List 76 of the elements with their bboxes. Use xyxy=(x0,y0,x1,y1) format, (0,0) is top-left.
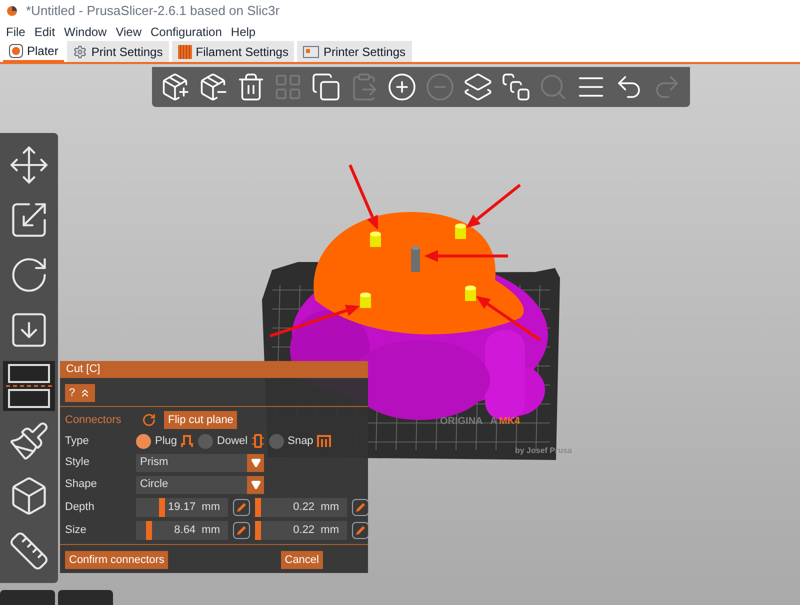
panel-title: Cut [C] xyxy=(60,361,368,378)
radio-button[interactable] xyxy=(136,434,151,448)
printer-icon xyxy=(303,46,320,58)
slider-thumb[interactable] xyxy=(255,520,261,540)
radio-label: Plug xyxy=(155,434,178,449)
slider-thumb[interactable] xyxy=(159,498,166,516)
value-text: 8.64 mm xyxy=(174,522,220,538)
edit-button[interactable] xyxy=(352,498,369,516)
flip-button[interactable]: Flip cut plane xyxy=(164,411,238,429)
move-icon xyxy=(8,144,50,186)
edit-button[interactable] xyxy=(233,522,250,538)
plug-icon xyxy=(181,434,194,448)
help-button[interactable]: ? xyxy=(65,384,96,402)
minus-circle-icon xyxy=(424,72,455,102)
paintbrush-icon xyxy=(8,420,50,462)
field-label: Shape xyxy=(65,477,98,492)
menu-item[interactable]: Edit xyxy=(34,23,56,41)
gizmo-button[interactable] xyxy=(3,360,55,411)
field-label: Depth xyxy=(65,500,96,515)
tab[interactable]: Print Settings xyxy=(67,41,169,62)
field-label: Size xyxy=(65,522,88,538)
value-text: 0.22 mm xyxy=(293,500,339,515)
tab[interactable]: Printer Settings xyxy=(297,41,412,62)
radio-label: Snap xyxy=(288,434,314,449)
annotation-arrow xyxy=(476,296,541,342)
slider-thumb[interactable] xyxy=(255,498,261,516)
bed-label: MK4 xyxy=(499,416,520,427)
ruler-icon xyxy=(8,530,50,572)
cancel-button[interactable]: Cancel xyxy=(280,551,323,569)
value-slider[interactable]: 0.22 mm xyxy=(255,498,347,516)
app-logo-icon xyxy=(6,5,18,17)
value-text: 19.17 mm xyxy=(168,500,220,515)
field-label: Style xyxy=(65,455,90,470)
value-slider[interactable]: 0.22 mm xyxy=(255,520,347,540)
pencil-icon xyxy=(236,502,247,512)
menu-item[interactable]: Configuration xyxy=(150,23,222,41)
annotation-arrow xyxy=(466,184,521,228)
bed-label: ORIGINA xyxy=(440,416,483,427)
menu-item[interactable]: Window xyxy=(64,23,107,41)
pencil-icon xyxy=(355,524,366,536)
dropdown[interactable]: Circle xyxy=(136,476,264,494)
snap-icon xyxy=(317,434,332,448)
value-slider[interactable]: 8.64 mm xyxy=(136,520,228,540)
menu-item[interactable]: Help xyxy=(230,23,256,41)
edit-button[interactable] xyxy=(233,498,250,516)
bed-label: A xyxy=(490,416,498,427)
tab[interactable]: Filament Settings xyxy=(172,41,294,62)
plus-circle-icon xyxy=(386,72,417,102)
radio-label: Dowel xyxy=(217,434,248,449)
dowel-icon xyxy=(252,434,264,448)
reset-icon[interactable] xyxy=(142,413,156,427)
field-label: Type xyxy=(65,434,90,449)
dropdown-arrow-icon xyxy=(250,480,260,490)
plater-icon xyxy=(9,44,23,58)
gear-icon xyxy=(73,44,88,58)
radio-button[interactable] xyxy=(198,434,214,448)
dropdown[interactable]: Prism xyxy=(136,454,264,472)
pencil-icon xyxy=(355,502,366,512)
value-slider[interactable]: 19.17 mm xyxy=(136,498,228,516)
slider-thumb[interactable] xyxy=(146,520,152,540)
dropdown-arrow-icon xyxy=(250,458,260,468)
section-label: Connectors xyxy=(65,412,122,428)
menu-item[interactable]: File xyxy=(6,23,26,41)
filament-icon xyxy=(178,44,192,58)
confirm-button[interactable]: Confirm connectors xyxy=(65,551,168,569)
menu-item[interactable]: View xyxy=(116,23,142,41)
square-stack-icon xyxy=(500,72,531,102)
cut-icon xyxy=(6,362,52,410)
annotation-arrow xyxy=(348,164,378,230)
pencil-icon xyxy=(236,524,247,536)
window-title: *Untitled - PrusaSlicer-2.6.1 based on Slic3r xyxy=(26,2,280,20)
value-text: 0.22 mm xyxy=(293,522,339,538)
radio-button[interactable] xyxy=(268,434,284,448)
tab[interactable]: Plater xyxy=(3,41,64,62)
edit-button[interactable] xyxy=(352,522,369,538)
copy-icon xyxy=(311,72,342,102)
